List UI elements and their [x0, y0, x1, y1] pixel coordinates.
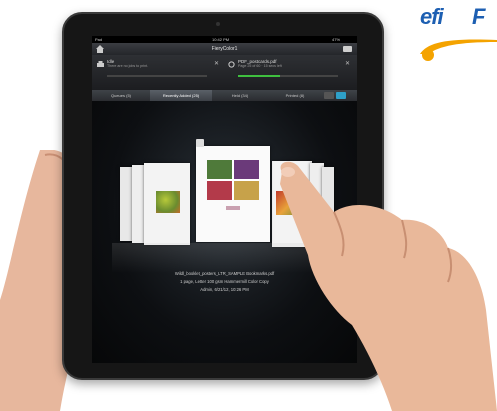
job-progress-bar [238, 75, 338, 77]
grid-view-toggle[interactable] [336, 92, 346, 99]
printer-icon [97, 61, 104, 67]
selected-job-thumbnail[interactable] [196, 146, 270, 242]
tab-printed[interactable]: Printed (8) [268, 90, 322, 101]
job-subtitle: There are no jobs to print. [107, 64, 149, 68]
tab-recently-added[interactable]: Recently Added (25) [150, 90, 212, 101]
battery-label: 47% [332, 37, 341, 42]
right-hand [280, 161, 497, 411]
app-title-bar: FieryColor1 [92, 43, 357, 55]
list-view-toggle[interactable] [324, 92, 334, 99]
status-bar: Pad 10:42 PM 47% [92, 36, 357, 43]
job-subtitle: Page 25 of 60 · 15 secs left [238, 64, 282, 68]
efi-logo: efi F [418, 2, 497, 72]
thumbnail-image [156, 191, 180, 213]
progress-fill [238, 75, 280, 77]
job-progress-bar [107, 75, 207, 77]
tab-held[interactable]: Held (34) [212, 90, 268, 101]
thumbnail-text [226, 206, 240, 210]
clock: 10:42 PM [212, 37, 230, 42]
logo-wordmark-extra: F [472, 4, 486, 29]
thumbnail-image [207, 160, 259, 200]
active-job-card[interactable]: PDF_postcards.pdf Page 25 of 60 · 15 sec… [226, 58, 354, 88]
logo-swoosh-icon [420, 39, 497, 61]
camera-icon [216, 22, 220, 26]
message-icon[interactable] [343, 46, 352, 52]
refresh-icon [228, 61, 235, 68]
queue-tabs: Queues (5) Recently Added (25) Held (34)… [92, 90, 357, 101]
job-thumbnail[interactable] [144, 163, 190, 245]
document-badge-icon [196, 139, 204, 147]
logo-wordmark: efi [420, 4, 444, 29]
carrier-label: Pad [95, 37, 103, 42]
job-status-panel: Idle There are no jobs to print. ✕ PDF_p… [92, 55, 357, 90]
idle-job-card[interactable]: Idle There are no jobs to print. ✕ [95, 58, 223, 88]
close-icon[interactable]: ✕ [214, 60, 219, 67]
close-icon[interactable]: ✕ [345, 60, 350, 67]
tab-queues[interactable]: Queues (5) [92, 90, 150, 101]
app-title: FieryColor1 [211, 46, 238, 52]
